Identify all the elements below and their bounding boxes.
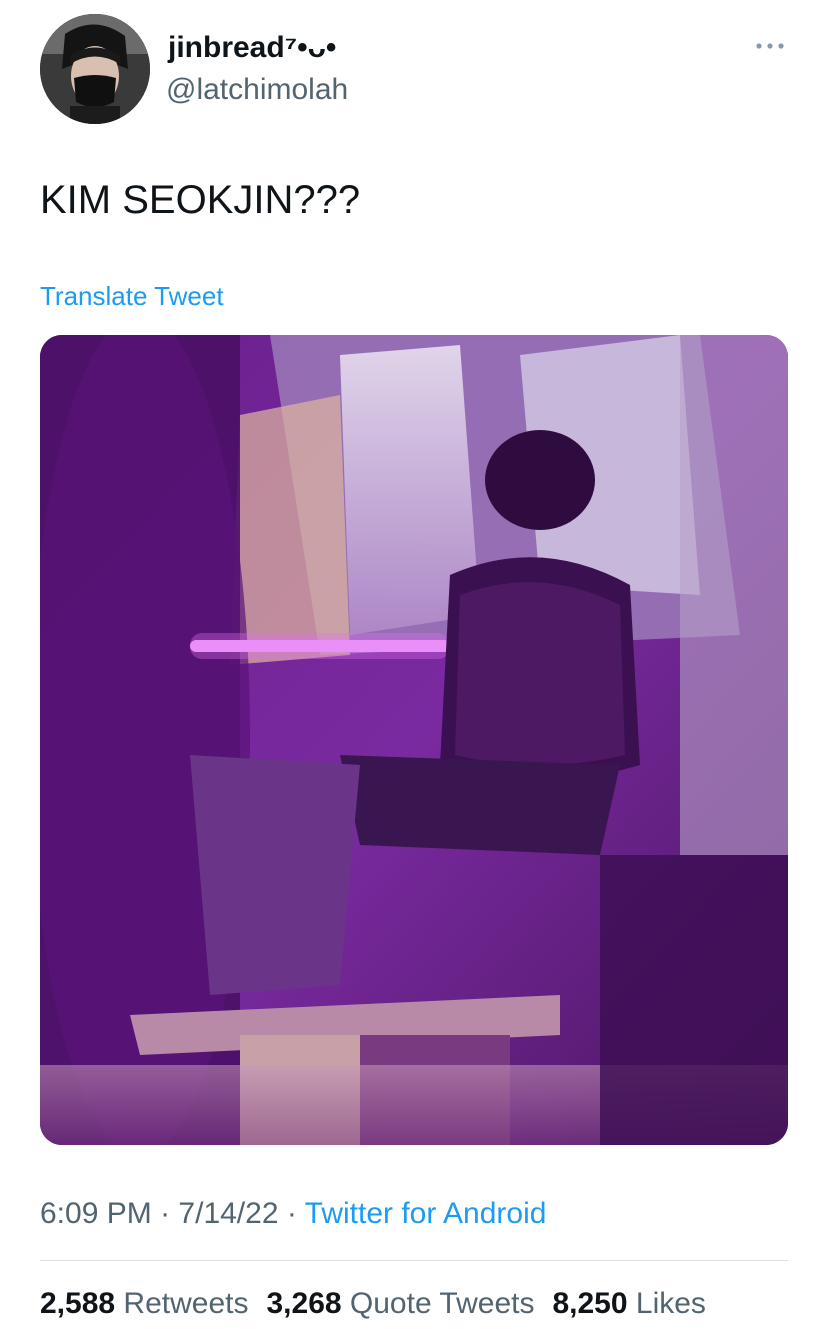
likes-count: 8,250 <box>552 1287 628 1320</box>
tweet-source-link[interactable]: Twitter for Android <box>305 1197 547 1230</box>
avatar[interactable] <box>40 14 150 124</box>
tweet-time[interactable]: 6:09 PM <box>40 1197 152 1230</box>
display-name[interactable]: jinbread⁷•ᴗ• <box>168 30 336 66</box>
tweet-date[interactable]: 7/14/22 <box>178 1197 278 1230</box>
likes-stat[interactable]: 8,250 Likes <box>552 1287 705 1320</box>
meta-separator: · <box>160 1197 171 1230</box>
tweet-meta: 6:09 PM · 7/14/22 · Twitter for Android <box>40 1196 546 1232</box>
tweet-text: KIM SEOKJIN??? <box>40 178 361 222</box>
tweet-media-image[interactable] <box>40 335 788 1145</box>
retweets-label: Retweets <box>123 1287 249 1320</box>
meta-separator: · <box>286 1197 297 1230</box>
retweets-stat[interactable]: 2,588 Retweets <box>40 1287 248 1320</box>
likes-label: Likes <box>635 1287 706 1320</box>
divider <box>40 1260 788 1261</box>
tweet-stats: 2,588 Retweets 3,268 Quote Tweets 8,250 Li… <box>40 1286 706 1322</box>
user-handle[interactable]: @latchimolah <box>166 72 348 108</box>
more-horizontal-icon[interactable] <box>752 34 788 58</box>
quote-tweets-label: Quote Tweets <box>349 1287 535 1320</box>
quote-tweets-count: 3,268 <box>266 1287 342 1320</box>
media-photo <box>40 335 788 1145</box>
retweets-count: 2,588 <box>40 1287 116 1320</box>
quote-tweets-stat[interactable]: 3,268 Quote Tweets <box>266 1287 534 1320</box>
avatar-image <box>40 14 150 124</box>
translate-tweet-link[interactable]: Translate Tweet <box>40 280 224 312</box>
